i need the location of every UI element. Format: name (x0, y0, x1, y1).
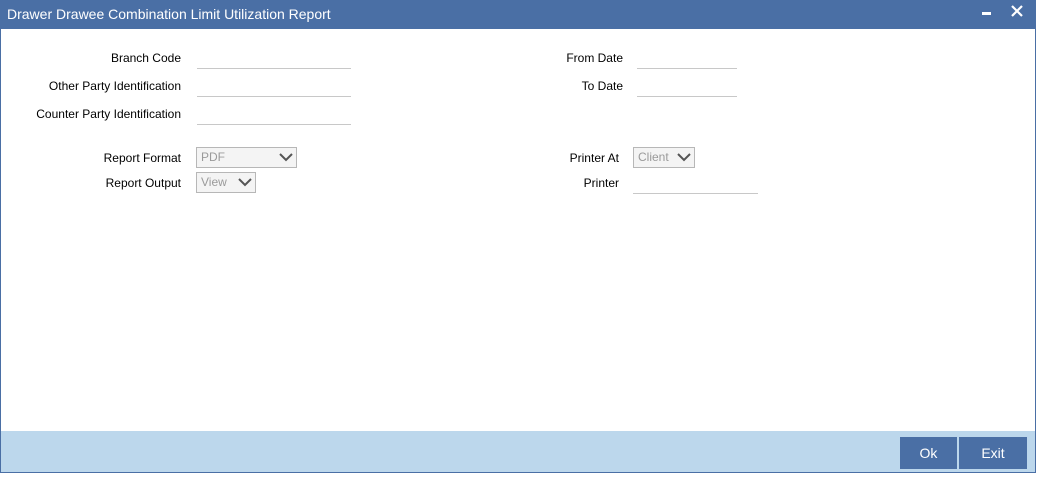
ok-button[interactable]: Ok (900, 437, 957, 469)
printer-at-label: Printer At (569, 151, 619, 165)
minimize-glyph (982, 12, 991, 15)
report-format-label: Report Format (103, 151, 181, 165)
report-format-select[interactable]: PDF (196, 147, 297, 168)
to-date-label: To Date (581, 79, 623, 93)
minimize-icon[interactable] (977, 3, 997, 23)
to-date-input[interactable] (637, 77, 737, 97)
close-icon[interactable] (1007, 3, 1027, 23)
branch-code-input[interactable] (197, 49, 351, 69)
counter-party-input[interactable] (197, 105, 351, 125)
other-party-input[interactable] (197, 77, 351, 97)
from-date-label: From Date (566, 51, 623, 65)
chevron-down-icon (677, 153, 691, 162)
report-window: Drawer Drawee Combination Limit Utilizat… (0, 0, 1036, 473)
exit-button[interactable]: Exit (959, 437, 1027, 469)
report-format-value: PDF (201, 150, 225, 164)
footer-bar: Ok Exit (1, 431, 1035, 472)
title-bar: Drawer Drawee Combination Limit Utilizat… (1, 1, 1035, 29)
branch-code-label: Branch Code (110, 51, 181, 65)
other-party-label: Other Party Identification (48, 79, 181, 93)
from-date-input[interactable] (637, 49, 737, 69)
printer-input[interactable] (633, 174, 758, 194)
chevron-down-icon (279, 153, 293, 162)
window-title: Drawer Drawee Combination Limit Utilizat… (7, 6, 331, 22)
printer-label: Printer (583, 176, 619, 190)
report-output-select[interactable]: View (196, 172, 256, 193)
chevron-down-icon (238, 178, 252, 187)
printer-at-value: Client (638, 150, 669, 164)
close-glyph (1011, 5, 1023, 17)
counter-party-label: Counter Party Identification (36, 107, 181, 121)
report-output-label: Report Output (105, 176, 181, 190)
report-output-value: View (201, 175, 227, 189)
printer-at-select[interactable]: Client (633, 147, 695, 168)
